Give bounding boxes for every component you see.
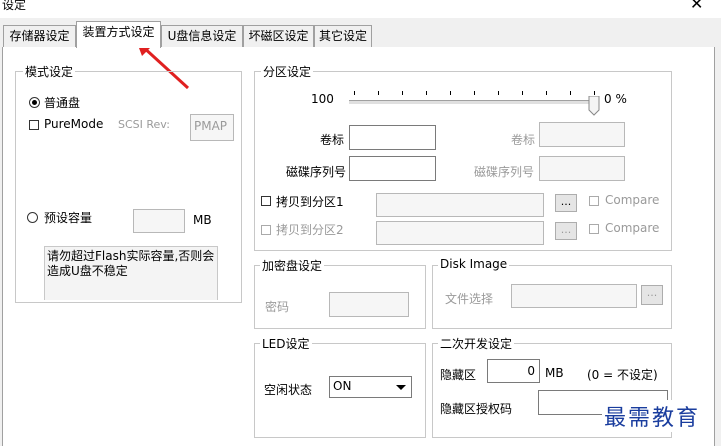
chevron-down-icon	[396, 385, 406, 390]
hidden-area-label: 隐藏区	[440, 368, 477, 382]
preset-capacity-unit: MB	[193, 213, 212, 227]
normal-disk-label: 普通盘	[44, 96, 81, 110]
copy-to-partition-1-label: 拷贝到分区1	[276, 195, 344, 209]
hidden-area-unit: MB	[545, 366, 564, 380]
compare-1-checkbox[interactable]	[589, 196, 599, 206]
slider-right-value: 0 %	[604, 92, 627, 106]
volume-label-1-input[interactable]	[349, 125, 436, 150]
partition-settings-title: 分区设定	[261, 63, 314, 80]
compare-1-label: Compare	[605, 193, 660, 207]
puremode-checkbox[interactable]	[29, 120, 39, 130]
slider-left-value: 100	[311, 92, 334, 106]
tab-other-settings[interactable]: 其它设定	[314, 25, 372, 47]
tab-storage-settings[interactable]: 存储器设定	[3, 25, 76, 47]
hidden-area-input[interactable]: 0	[487, 359, 540, 383]
idle-state-select[interactable]: ON	[329, 376, 412, 398]
window-title: 设定	[2, 0, 27, 12]
dev-settings-title: 二次开发设定	[438, 335, 515, 352]
slider-thumb[interactable]	[588, 96, 602, 116]
led-settings-title: LED设定	[260, 335, 312, 352]
password-input[interactable]	[329, 292, 409, 317]
copy-to-partition-2-checkbox[interactable]	[261, 225, 271, 235]
puremode-label: PureMode	[44, 117, 104, 131]
tab-device-mode-settings[interactable]: 装置方式设定	[76, 21, 161, 48]
close-icon[interactable]: ✕	[690, 0, 703, 13]
disk-serial-1-input[interactable]	[349, 156, 436, 181]
browse-partition-1-button[interactable]: ...	[555, 194, 577, 212]
encrypted-disk-title: 加密盘设定	[260, 257, 325, 274]
scsi-rev-field[interactable]: PMAP	[190, 114, 234, 141]
preset-capacity-label: 预设容量	[44, 211, 93, 225]
disk-serial-1-label: 磁碟序列号	[286, 165, 347, 179]
capacity-warning-text: 请勿超过Flash实际容量,否则会造成U盘不稳定	[47, 249, 215, 278]
hidden-area-hint: (0 = 不设定)	[587, 368, 658, 382]
file-select-input[interactable]	[511, 284, 637, 308]
file-select-label: 文件选择	[445, 292, 494, 306]
idle-state-label: 空闲状态	[264, 383, 313, 397]
title-bar	[0, 0, 721, 18]
volume-label-2-input[interactable]	[539, 122, 625, 147]
password-label: 密码	[265, 300, 290, 314]
volume-label-1-label: 卷标	[320, 133, 345, 147]
disk-serial-2-label: 磁碟序列号	[474, 165, 535, 179]
browse-partition-2-button[interactable]: ...	[555, 222, 577, 240]
idle-state-value: ON	[333, 379, 352, 393]
watermark-text: 最需教育	[602, 400, 703, 432]
normal-disk-radio[interactable]	[29, 97, 40, 108]
copy-to-partition-2-label: 拷贝到分区2	[276, 223, 344, 237]
compare-2-label: Compare	[605, 221, 660, 235]
scsi-rev-label: SCSI Rev:	[118, 118, 170, 131]
copy-to-partition-2-path[interactable]	[376, 221, 544, 245]
compare-2-checkbox[interactable]	[589, 224, 599, 234]
preset-capacity-radio[interactable]	[27, 212, 38, 223]
tab-bad-sector-settings[interactable]: 坏磁区设定	[243, 25, 314, 47]
volume-label-2-label: 卷标	[511, 133, 536, 147]
file-browse-button[interactable]: ...	[641, 285, 663, 305]
preset-capacity-input[interactable]	[133, 209, 185, 233]
disk-serial-2-input[interactable]	[539, 156, 625, 181]
mode-settings-title: 模式设定	[23, 63, 76, 80]
hidden-auth-label: 隐藏区授权码	[440, 402, 513, 416]
copy-to-partition-1-checkbox[interactable]	[261, 196, 271, 206]
copy-to-partition-1-path[interactable]	[376, 193, 544, 217]
disk-image-title: Disk Image	[438, 257, 510, 271]
